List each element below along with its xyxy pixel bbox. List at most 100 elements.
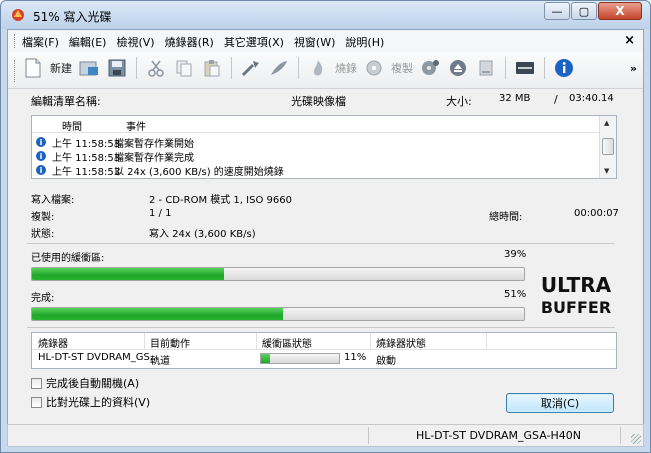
col-recorder[interactable]: 燒錄器 <box>38 335 68 350</box>
drive-icon[interactable] <box>475 57 497 79</box>
maximize-button[interactable]: ▢ <box>571 2 597 20</box>
column-divider <box>486 333 487 349</box>
list-item[interactable]: i 上午 11:58:53 檔案暫存作業開始 <box>36 136 194 150</box>
cut-icon[interactable] <box>145 57 167 79</box>
buffer-progress-fill <box>32 268 224 280</box>
compilation-type-value: 光碟映像檔 <box>291 95 346 108</box>
resize-grip-icon[interactable] <box>631 434 641 444</box>
shutdown-label[interactable]: 完成後自動關機(A) <box>46 375 139 391</box>
menu-view[interactable]: 檢視(V) <box>116 34 154 50</box>
status-bar: HL-DT-ST DVDRAM_GSA-H40N <box>7 424 644 447</box>
event-time: 上午 11:58:53 <box>52 138 121 150</box>
paste-icon[interactable] <box>201 57 223 79</box>
close-icon: X <box>615 4 625 18</box>
copies-value: 1 / 1 <box>149 208 172 219</box>
scroll-thumb[interactable] <box>602 138 614 155</box>
new-label[interactable]: 新建 <box>50 60 72 76</box>
verify-checkbox-row[interactable]: 比對光碟上的資料(V) <box>31 394 150 410</box>
shutdown-checkbox-row[interactable]: 完成後自動關機(A) <box>31 375 139 391</box>
current-action: 軌道 <box>150 356 170 367</box>
eject-icon[interactable] <box>447 57 469 79</box>
burn-label[interactable]: 燒錄 <box>335 60 357 76</box>
document-close-icon[interactable]: × <box>624 33 635 48</box>
event-log-col-time[interactable]: 時間 <box>62 118 82 133</box>
copy-disc-label[interactable]: 複製 <box>391 60 413 76</box>
complete-percent: 51% <box>504 289 527 300</box>
burn-icon[interactable] <box>307 57 329 79</box>
recorder-icon[interactable] <box>514 57 536 79</box>
event-log[interactable]: 時間 事件 i 上午 11:58:53 檔案暫存作業開始 i 上午 11:58:… <box>31 115 617 179</box>
drive-buffer-percent: 11% <box>344 352 367 363</box>
event-time: 上午 11:58:53 <box>52 166 121 178</box>
event-log-col-event[interactable]: 事件 <box>126 118 146 133</box>
scroll-down-icon[interactable]: ▼ <box>604 167 609 175</box>
toolbar-overflow-icon[interactable]: » <box>630 62 637 75</box>
divider <box>27 327 615 328</box>
minimize-button[interactable]: — <box>544 2 570 20</box>
toolbar-grip[interactable] <box>14 60 17 82</box>
buffer-used-percent: 39% <box>504 249 527 260</box>
shutdown-checkbox[interactable] <box>31 377 42 389</box>
status-divider <box>620 427 621 444</box>
app-logo-icon <box>12 9 24 21</box>
drive-buffer-bar <box>260 353 340 364</box>
menu-extras[interactable]: 其它選項(X) <box>224 34 284 50</box>
drive-buffer-fill <box>261 354 270 363</box>
menu-edit[interactable]: 編輯(E) <box>69 34 107 50</box>
title-bar[interactable]: 51% 寫入光碟 — ▢ X <box>1 1 650 29</box>
list-item[interactable]: i 上午 11:58:53 檔案暫存作業完成 <box>36 150 194 164</box>
new-document-icon[interactable] <box>22 57 44 79</box>
window-title: 51% 寫入光碟 <box>33 10 112 24</box>
cancel-button[interactable]: 取消(C) <box>506 393 614 413</box>
toolbar: 新建 燒錄 複製 » <box>8 52 643 89</box>
recorder-status: 啟動 <box>376 356 396 367</box>
buffer-progress-bar <box>31 267 525 281</box>
recorder-table[interactable]: 燒錄器 目前動作 緩衝區狀態 燒錄器狀態 HL-DT-ST DVDRAM_GS.… <box>31 332 617 369</box>
event-text: 檔案暫存作業完成 <box>114 152 194 164</box>
write-file-label: 寫入檔案: <box>31 195 75 206</box>
size-divider: / <box>554 93 558 106</box>
copies-label: 複製: <box>31 212 55 223</box>
menu-recorder[interactable]: 燒錄器(R) <box>165 34 214 50</box>
toolbar-separator <box>231 57 232 79</box>
verify-checkbox[interactable] <box>31 396 42 408</box>
list-item[interactable]: i 上午 11:58:53 以 24x (3,600 KB/s) 的速度開始燒錄 <box>36 164 284 178</box>
copy-disc-icon[interactable] <box>363 57 385 79</box>
write-file-value: 2 - CD-ROM 模式 1, ISO 9660 <box>149 195 292 206</box>
verify-label[interactable]: 比對光碟上的資料(V) <box>46 394 150 410</box>
quill-icon[interactable] <box>268 57 290 79</box>
total-time-label: 總時間: <box>489 212 523 223</box>
scroll-up-icon[interactable]: ▲ <box>604 119 609 127</box>
info-icon: i <box>36 151 46 161</box>
status-divider <box>368 427 369 444</box>
info-icon[interactable] <box>553 57 575 79</box>
disc-info-icon[interactable] <box>419 57 441 79</box>
event-text: 以 24x (3,600 KB/s) 的速度開始燒錄 <box>114 166 284 178</box>
copy-icon[interactable] <box>173 57 195 79</box>
toolbar-separator <box>298 57 299 79</box>
size-label: 大小: <box>446 95 472 108</box>
logo-line1: ULTRA <box>541 273 612 297</box>
size-value: 32 MB <box>499 93 531 104</box>
menu-file[interactable]: 檔案(F) <box>22 34 59 50</box>
menu-help[interactable]: 說明(H) <box>345 34 384 50</box>
close-button[interactable]: X <box>598 2 642 20</box>
compilation-name-label: 編輯清單名稱: <box>31 95 101 108</box>
col-buffer-status[interactable]: 緩衝區狀態 <box>262 335 312 350</box>
col-recorder-status[interactable]: 燒錄器狀態 <box>376 335 426 350</box>
status-value: 寫入 24x (3,600 KB/s) <box>149 229 256 240</box>
wizard-icon[interactable] <box>240 57 262 79</box>
menu-grip[interactable] <box>14 34 17 48</box>
open-icon[interactable] <box>78 57 100 79</box>
duration-value: 03:40.14 <box>569 93 614 104</box>
status-label: 狀態: <box>31 229 55 240</box>
event-log-scrollbar[interactable]: ▲ ▼ <box>599 116 616 178</box>
buffer-used-label: 已使用的緩衝區: <box>31 253 105 264</box>
col-current-action[interactable]: 目前動作 <box>150 335 190 350</box>
completion-progress-fill <box>32 308 283 320</box>
logo-line2: BUFFER <box>541 298 611 317</box>
event-log-header: 時間 事件 <box>32 116 600 133</box>
event-time: 上午 11:58:53 <box>52 152 121 164</box>
menu-window[interactable]: 視窗(W) <box>294 34 335 50</box>
save-icon[interactable] <box>106 57 128 79</box>
